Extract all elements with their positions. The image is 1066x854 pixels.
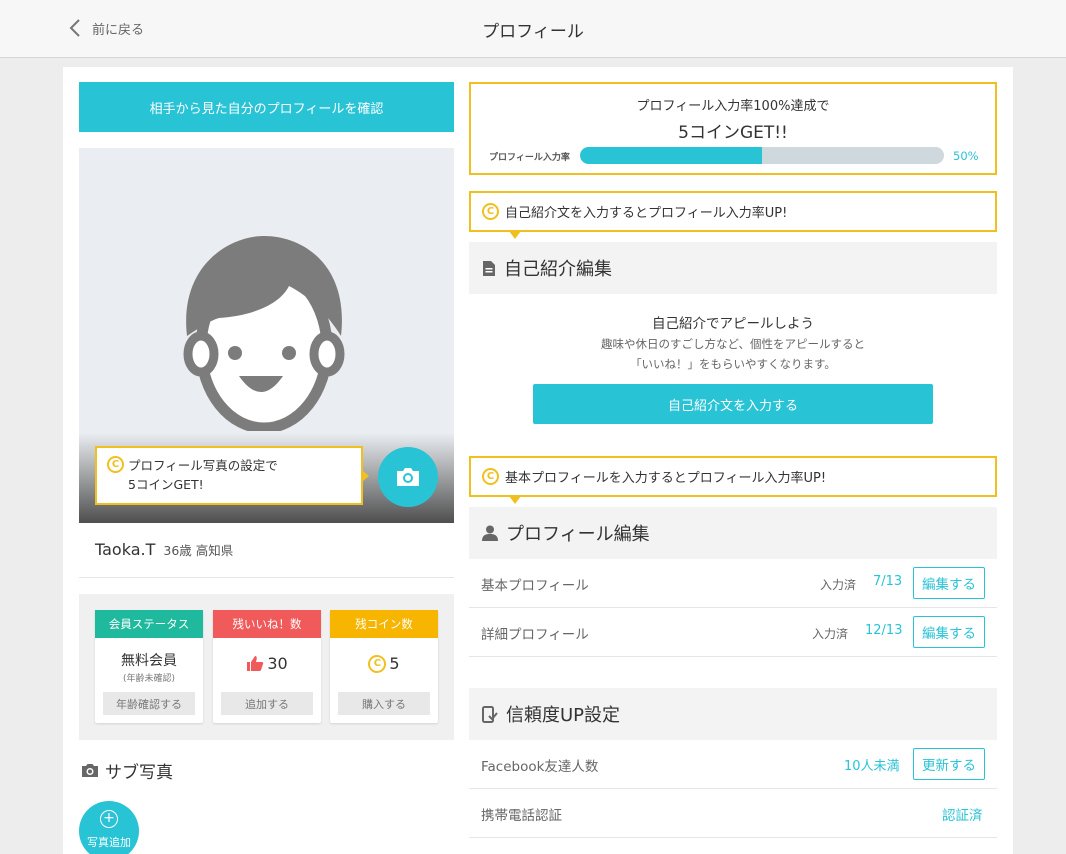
upload-photo-button[interactable] <box>378 447 438 507</box>
user-age-location: 36歳 高知県 <box>163 543 234 558</box>
membership-status-sub: (年齢未確認) <box>122 674 176 684</box>
intro-tip: C 自己紹介文を入力するとプロフィール入力率UP! <box>469 191 997 239</box>
plus-icon: + <box>100 810 118 828</box>
membership-status-value: 無料会員 <box>121 653 177 669</box>
coin-icon: C <box>368 654 387 673</box>
top-bar: 前に戻る プロフィール <box>0 0 1066 58</box>
camera-icon <box>82 764 98 777</box>
trust-section-header: 信頼度UP設定 <box>469 688 997 740</box>
basic-profile-tip: C 基本プロフィールを入力するとプロフィール入力率UP! <box>469 456 997 504</box>
intro-prompt-line2: 趣味や休日のすごし方など、個性をアピールすると <box>601 337 865 351</box>
basic-profile-row: 基本プロフィール 入力済 7/13 編集する <box>469 559 997 608</box>
progress-percent: 50% <box>953 149 979 163</box>
stats-panel: 会員ステータス 無料会員 (年齢未確認) 年齢確認する 残いいね！数 30 追加… <box>79 594 454 740</box>
avatar-placeholder-icon <box>183 236 345 431</box>
basic-profile-label: 基本プロフィール <box>481 578 589 594</box>
age-verify-button[interactable]: 年齢確認する <box>103 692 195 715</box>
profile-section-header: プロフィール編集 <box>469 507 997 559</box>
phone-check-icon <box>482 705 498 723</box>
user-summary: Taoka.T 36歳 高知県 <box>95 540 233 559</box>
coins-remaining-header: 残コイン数 <box>330 610 438 638</box>
likes-remaining-value: 30 <box>267 654 288 673</box>
intro-prompt: 自己紹介でアピールしよう 趣味や休日のすごし方など、個性をアピールすると 「いい… <box>469 312 997 372</box>
enter-intro-button[interactable]: 自己紹介文を入力する <box>533 384 933 424</box>
likes-remaining-header: 残いいね！数 <box>213 610 321 638</box>
progress-bar-fill <box>580 147 762 164</box>
facebook-friends-value: 10人未満 <box>844 759 900 774</box>
photo-tip-line2: 5コインGET! <box>128 477 204 492</box>
intro-tip-text: 自己紹介文を入力するとプロフィール入力率UP! <box>505 206 788 221</box>
trust-section-title: 信頼度UP設定 <box>506 705 621 726</box>
photo-coin-tip: C プロフィール写真の設定で 5コインGET! <box>95 446 369 505</box>
intro-prompt-title: 自己紹介でアピールしよう <box>652 316 814 332</box>
add-photo-label: 写真追加 <box>87 836 131 849</box>
coin-icon: C <box>107 456 124 473</box>
phone-verify-status[interactable]: 認証済 <box>942 804 983 824</box>
coins-remaining-value: 5 <box>389 654 400 673</box>
add-likes-button[interactable]: 追加する <box>221 692 313 715</box>
profile-photo[interactable]: C プロフィール写真の設定で 5コインGET! <box>79 148 454 523</box>
detail-profile-status: 入力済 <box>812 627 849 641</box>
facebook-friends-label: Facebook友達人数 <box>481 759 599 775</box>
phone-verify-row: 携帯電話認証 認証済 <box>469 789 997 838</box>
intro-section-header: 自己紹介編集 <box>469 242 997 294</box>
camera-icon <box>397 468 419 486</box>
view-own-profile-button[interactable]: 相手から見た自分のプロフィールを確認 <box>79 82 454 132</box>
thumbs-up-icon <box>247 656 264 671</box>
intro-prompt-line3: 「いいね！」をもらいやすくなります。 <box>630 357 836 371</box>
divider <box>79 577 454 578</box>
progress-label: プロフィール入力率 <box>489 153 570 163</box>
basic-profile-status: 入力済 <box>820 578 857 592</box>
document-icon <box>483 260 495 276</box>
coins-remaining-card: 残コイン数 C 5 購入する <box>330 610 438 723</box>
progress-bar <box>580 147 944 164</box>
profile-section-title: プロフィール編集 <box>506 524 650 545</box>
detail-profile-label: 詳細プロフィール <box>481 627 589 643</box>
membership-status-header: 会員ステータス <box>95 610 203 638</box>
detail-profile-row: 詳細プロフィール 入力済 12/13 編集する <box>469 608 997 657</box>
user-name: Taoka.T <box>95 540 156 559</box>
progress-reward-line1: プロフィール入力率100%達成で <box>636 99 830 114</box>
photo-tip-line1: プロフィール写真の設定で <box>128 458 278 473</box>
edit-basic-profile-button[interactable]: 編集する <box>913 567 985 599</box>
intro-section-title: 自己紹介編集 <box>504 259 612 280</box>
buy-coins-button[interactable]: 購入する <box>338 692 430 715</box>
update-facebook-button[interactable]: 更新する <box>913 748 985 780</box>
facebook-friends-row: Facebook友達人数 10人未満 更新する <box>469 740 997 789</box>
page-title: プロフィール <box>482 22 584 42</box>
person-icon <box>482 525 498 541</box>
phone-verify-label: 携帯電話認証 <box>481 808 562 824</box>
sub-photo-heading: サブ写真 <box>81 758 173 783</box>
sub-photo-title: サブ写真 <box>105 763 173 783</box>
detail-profile-count: 12/13 <box>865 623 903 638</box>
likes-remaining-card: 残いいね！数 30 追加する <box>213 610 321 723</box>
membership-status-card: 会員ステータス 無料会員 (年齢未確認) 年齢確認する <box>95 610 203 723</box>
basic-profile-tip-text: 基本プロフィールを入力するとプロフィール入力率UP! <box>505 471 827 486</box>
add-photo-button[interactable]: + 写真追加 <box>79 801 139 854</box>
basic-profile-count: 7/13 <box>873 574 903 589</box>
edit-detail-profile-button[interactable]: 編集する <box>913 616 985 648</box>
coin-icon: C <box>482 468 499 485</box>
profile-progress-box: プロフィール入力率100%達成で 5コインGET!! プロフィール入力率 50% <box>469 82 997 175</box>
progress-reward-line2: 5コインGET!! <box>678 123 788 143</box>
coin-icon: C <box>482 203 499 220</box>
